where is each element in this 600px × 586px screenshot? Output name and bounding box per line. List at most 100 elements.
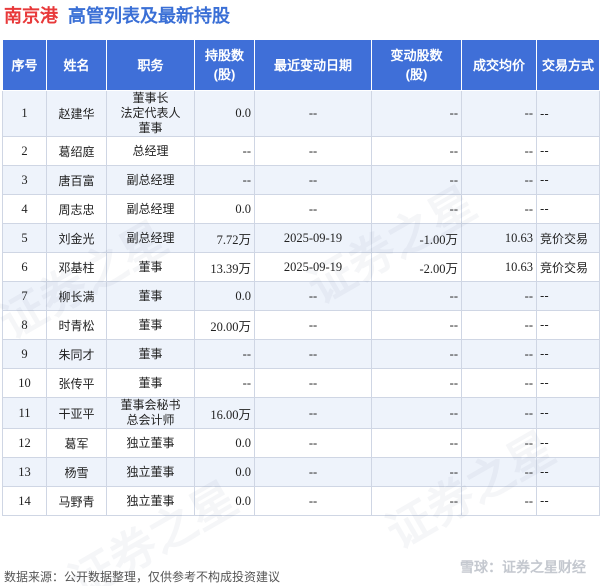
- executive-name: 柳长满: [46, 281, 107, 311]
- row-number: 4: [2, 194, 47, 224]
- trade-method: --: [536, 486, 600, 516]
- table-row: 12 葛军 独立董事 0.0 -- -- -- --: [2, 428, 600, 458]
- brand-logo: 雪球：证券之星财经: [460, 559, 586, 575]
- change-shares: --: [371, 136, 462, 166]
- last-change-date: --: [254, 486, 372, 516]
- header-col-price: 成交均价: [461, 39, 537, 91]
- average-price: --: [461, 486, 537, 516]
- shares-held: 7.72万: [194, 223, 255, 253]
- shares-held: 16.00万: [194, 397, 255, 429]
- header-col-shares: 持股数 (股): [194, 39, 255, 91]
- row-number: 5: [2, 223, 47, 253]
- trade-method: --: [536, 194, 600, 224]
- last-change-date: 2025-09-19: [254, 223, 372, 253]
- change-shares: --: [371, 486, 462, 516]
- average-price: --: [461, 90, 537, 137]
- row-number: 1: [2, 90, 47, 137]
- table-row: 11 干亚平 董事会秘书 总会计师 16.00万 -- -- -- --: [2, 397, 600, 429]
- table-row: 1 赵建华 董事长 法定代表人 董事 0.0 -- -- -- --: [2, 90, 600, 137]
- row-number: 13: [2, 457, 47, 487]
- last-change-date: --: [254, 339, 372, 369]
- average-price: --: [461, 194, 537, 224]
- executive-position: 独立董事: [106, 457, 195, 487]
- executive-position: 副总经理: [106, 194, 195, 224]
- average-price: --: [461, 310, 537, 340]
- last-change-date: --: [254, 368, 372, 398]
- average-price: 10.63: [461, 252, 537, 282]
- table-row: 9 朱同才 董事 -- -- -- -- --: [2, 339, 600, 369]
- last-change-date: --: [254, 136, 372, 166]
- average-price: --: [461, 397, 537, 429]
- shares-held: 0.0: [194, 90, 255, 137]
- executives-table: 序号 姓名 职务 持股数 (股) 最近变动日期 变动股数 (股) 成交均价 交易方式 1 赵建华 董事…: [2, 39, 600, 516]
- executive-name: 赵建华: [46, 90, 107, 137]
- average-price: --: [461, 457, 537, 487]
- executive-name: 干亚平: [46, 397, 107, 429]
- trade-method: 竞价交易: [536, 252, 600, 282]
- table-row: 14 马野青 独立董事 0.0 -- -- -- --: [2, 486, 600, 516]
- last-change-date: --: [254, 457, 372, 487]
- row-number: 6: [2, 252, 47, 282]
- executive-position: 副总经理: [106, 223, 195, 253]
- row-number: 10: [2, 368, 47, 398]
- trade-method: 竞价交易: [536, 223, 600, 253]
- change-shares: --: [371, 457, 462, 487]
- trade-method: --: [536, 281, 600, 311]
- change-shares: --: [371, 397, 462, 429]
- table-subject: 高管列表及最新持股: [68, 6, 230, 26]
- change-shares: --: [371, 165, 462, 195]
- change-shares: -1.00万: [371, 223, 462, 253]
- header-col-name: 姓名: [46, 39, 107, 91]
- trade-method: --: [536, 339, 600, 369]
- last-change-date: --: [254, 310, 372, 340]
- shares-held: 0.0: [194, 194, 255, 224]
- header-col-no: 序号: [2, 39, 47, 91]
- shares-held: 0.0: [194, 428, 255, 458]
- table-body: 1 赵建华 董事长 法定代表人 董事 0.0 -- -- -- -- 2 葛绍庭 总经理 -- -- -- --…: [2, 90, 600, 516]
- table-row: 3 唐百富 副总经理 -- -- -- -- --: [2, 165, 600, 195]
- header-col-change: 变动股数 (股): [371, 39, 462, 91]
- table-row: 13 杨雪 独立董事 0.0 -- -- -- --: [2, 457, 600, 487]
- row-number: 3: [2, 165, 47, 195]
- trade-method: --: [536, 397, 600, 429]
- executive-position: 董事长 法定代表人 董事: [106, 90, 195, 137]
- executive-name: 朱同才: [46, 339, 107, 369]
- executive-name: 葛军: [46, 428, 107, 458]
- executive-position: 董事: [106, 339, 195, 369]
- executive-position: 董事: [106, 310, 195, 340]
- executive-name: 张传平: [46, 368, 107, 398]
- header-col-method: 交易方式: [536, 39, 600, 91]
- shares-held: 0.0: [194, 457, 255, 487]
- executive-position: 董事: [106, 368, 195, 398]
- executive-position: 独立董事: [106, 428, 195, 458]
- header-col-position: 职务: [106, 39, 195, 91]
- row-number: 2: [2, 136, 47, 166]
- table-row: 4 周志忠 副总经理 0.0 -- -- -- --: [2, 194, 600, 224]
- table-row: 10 张传平 董事 -- -- -- -- --: [2, 368, 600, 398]
- trade-method: --: [536, 428, 600, 458]
- executive-name: 邓基柱: [46, 252, 107, 282]
- shares-held: 0.0: [194, 281, 255, 311]
- table-row: 7 柳长满 董事 0.0 -- -- -- --: [2, 281, 600, 311]
- trade-method: --: [536, 136, 600, 166]
- row-number: 7: [2, 281, 47, 311]
- trade-method: --: [536, 90, 600, 137]
- average-price: --: [461, 281, 537, 311]
- table-row: 8 时青松 董事 20.00万 -- -- -- --: [2, 310, 600, 340]
- shares-held: 13.39万: [194, 252, 255, 282]
- average-price: --: [461, 339, 537, 369]
- executive-position: 董事: [106, 252, 195, 282]
- row-number: 14: [2, 486, 47, 516]
- shares-held: 0.0: [194, 486, 255, 516]
- last-change-date: 2025-09-19: [254, 252, 372, 282]
- last-change-date: --: [254, 428, 372, 458]
- row-number: 11: [2, 397, 47, 429]
- last-change-date: --: [254, 90, 372, 137]
- executive-position: 董事会秘书 总会计师: [106, 397, 195, 429]
- last-change-date: --: [254, 397, 372, 429]
- last-change-date: --: [254, 281, 372, 311]
- table-row: 6 邓基柱 董事 13.39万 2025-09-19 -2.00万 10.63 竞价交易: [2, 252, 600, 282]
- shares-held: --: [194, 368, 255, 398]
- change-shares: --: [371, 368, 462, 398]
- shares-held: --: [194, 165, 255, 195]
